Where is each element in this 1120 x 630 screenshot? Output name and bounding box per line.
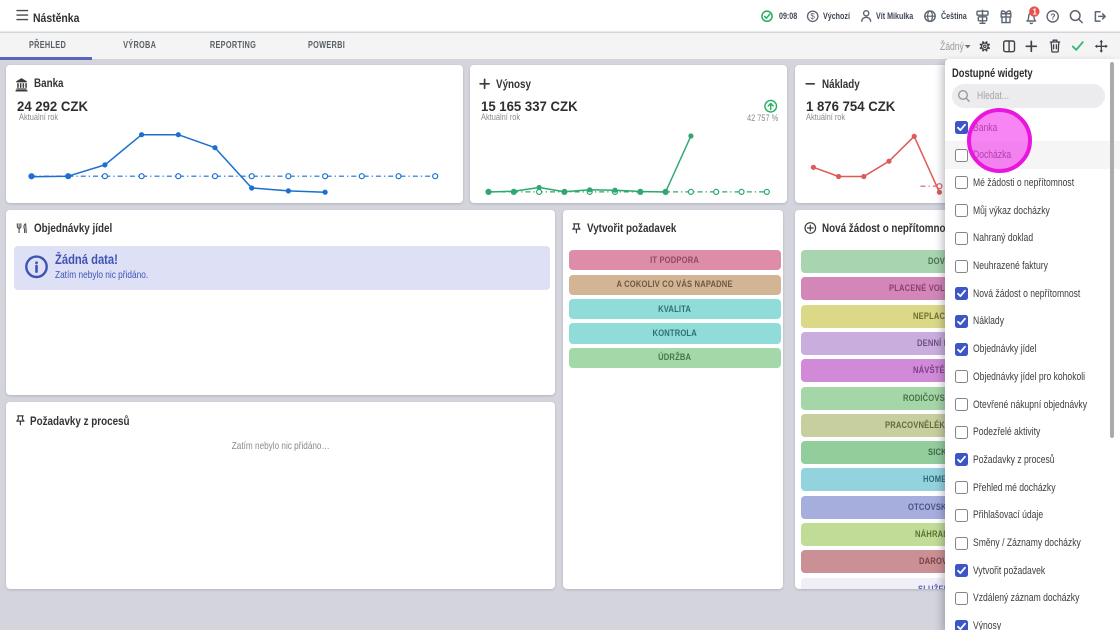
svg-text:?: ? <box>1050 12 1055 22</box>
svg-text:1: 1 <box>1033 8 1038 17</box>
svg-text:$: $ <box>810 12 815 21</box>
